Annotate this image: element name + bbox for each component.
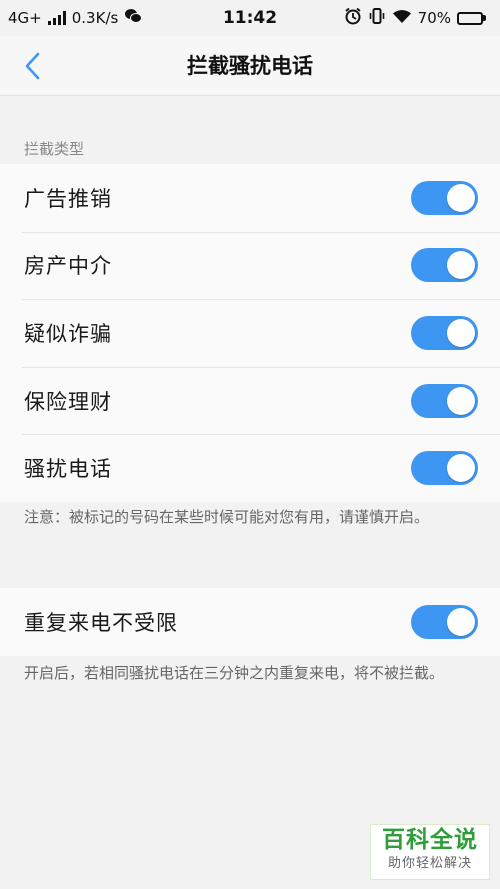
toggle-knob: [447, 607, 475, 636]
list-item-ad-promotion: 广告推销: [0, 164, 500, 232]
alarm-icon: [344, 7, 362, 29]
page-title: 拦截骚扰电话: [187, 54, 313, 78]
list-item-repeat-call: 重复来电不受限: [0, 588, 500, 656]
toggle-knob: [447, 454, 475, 483]
battery-percent: 70%: [417, 9, 451, 27]
repeat-call-note: 开启后，若相同骚扰电话在三分钟之内重复来电，将不被拦截。: [24, 664, 445, 682]
toggle-knob: [447, 251, 475, 280]
intercept-type-list: 广告推销 房产中介 疑似诈骗 保险理财 骚扰电话: [0, 164, 500, 502]
back-button[interactable]: [18, 48, 52, 84]
repeat-call-list: 重复来电不受限: [0, 588, 500, 656]
item-label: 房产中介: [24, 254, 112, 279]
status-right: 70%: [344, 7, 486, 29]
vibrate-icon: [368, 7, 386, 29]
section-header-intercept-type: 拦截类型: [24, 140, 85, 158]
item-label: 疑似诈骗: [24, 321, 112, 346]
wechat-icon: [124, 8, 143, 28]
status-bar: 4G+ 0.3K/s 11:42 70%: [0, 0, 500, 36]
toggle-real-estate-agent[interactable]: [411, 248, 478, 283]
item-label: 保险理财: [24, 389, 112, 414]
toggle-harassing-call[interactable]: [411, 451, 478, 486]
battery-icon: [457, 11, 486, 25]
nav-bar: 拦截骚扰电话: [0, 36, 500, 96]
item-label: 骚扰电话: [24, 457, 112, 482]
toggle-knob: [447, 183, 475, 212]
network-speed: 0.3K/s: [71, 9, 119, 27]
toggle-knob: [447, 386, 475, 415]
toggle-insurance-finance[interactable]: [411, 383, 478, 418]
list-item-insurance-finance: 保险理财: [0, 366, 500, 435]
list-item-real-estate-agent: 房产中介: [0, 231, 500, 300]
toggle-suspected-fraud[interactable]: [411, 315, 478, 350]
watermark-logo: 百科全说 助你轻松解决: [370, 824, 490, 880]
toggle-repeat-call[interactable]: [411, 604, 478, 639]
list-item-harassing-call: 骚扰电话: [0, 434, 500, 502]
signal-icon: [47, 11, 66, 25]
item-label: 重复来电不受限: [24, 610, 178, 635]
status-left: 4G+ 0.3K/s: [8, 8, 143, 28]
list-item-suspected-fraud: 疑似诈骗: [0, 299, 500, 367]
intercept-note: 注意：被标记的号码在某些时候可能对您有用，请谨慎开启。: [24, 508, 430, 526]
wifi-icon: [392, 8, 412, 28]
item-label: 广告推销: [24, 186, 112, 211]
watermark-subtitle: 助你轻松解决: [387, 856, 472, 871]
toggle-knob: [447, 318, 475, 347]
network-type: 4G+: [8, 9, 42, 27]
toggle-ad-promotion[interactable]: [411, 180, 478, 215]
chevron-left-icon: [25, 52, 40, 80]
watermark-title: 百科全说: [382, 827, 478, 853]
